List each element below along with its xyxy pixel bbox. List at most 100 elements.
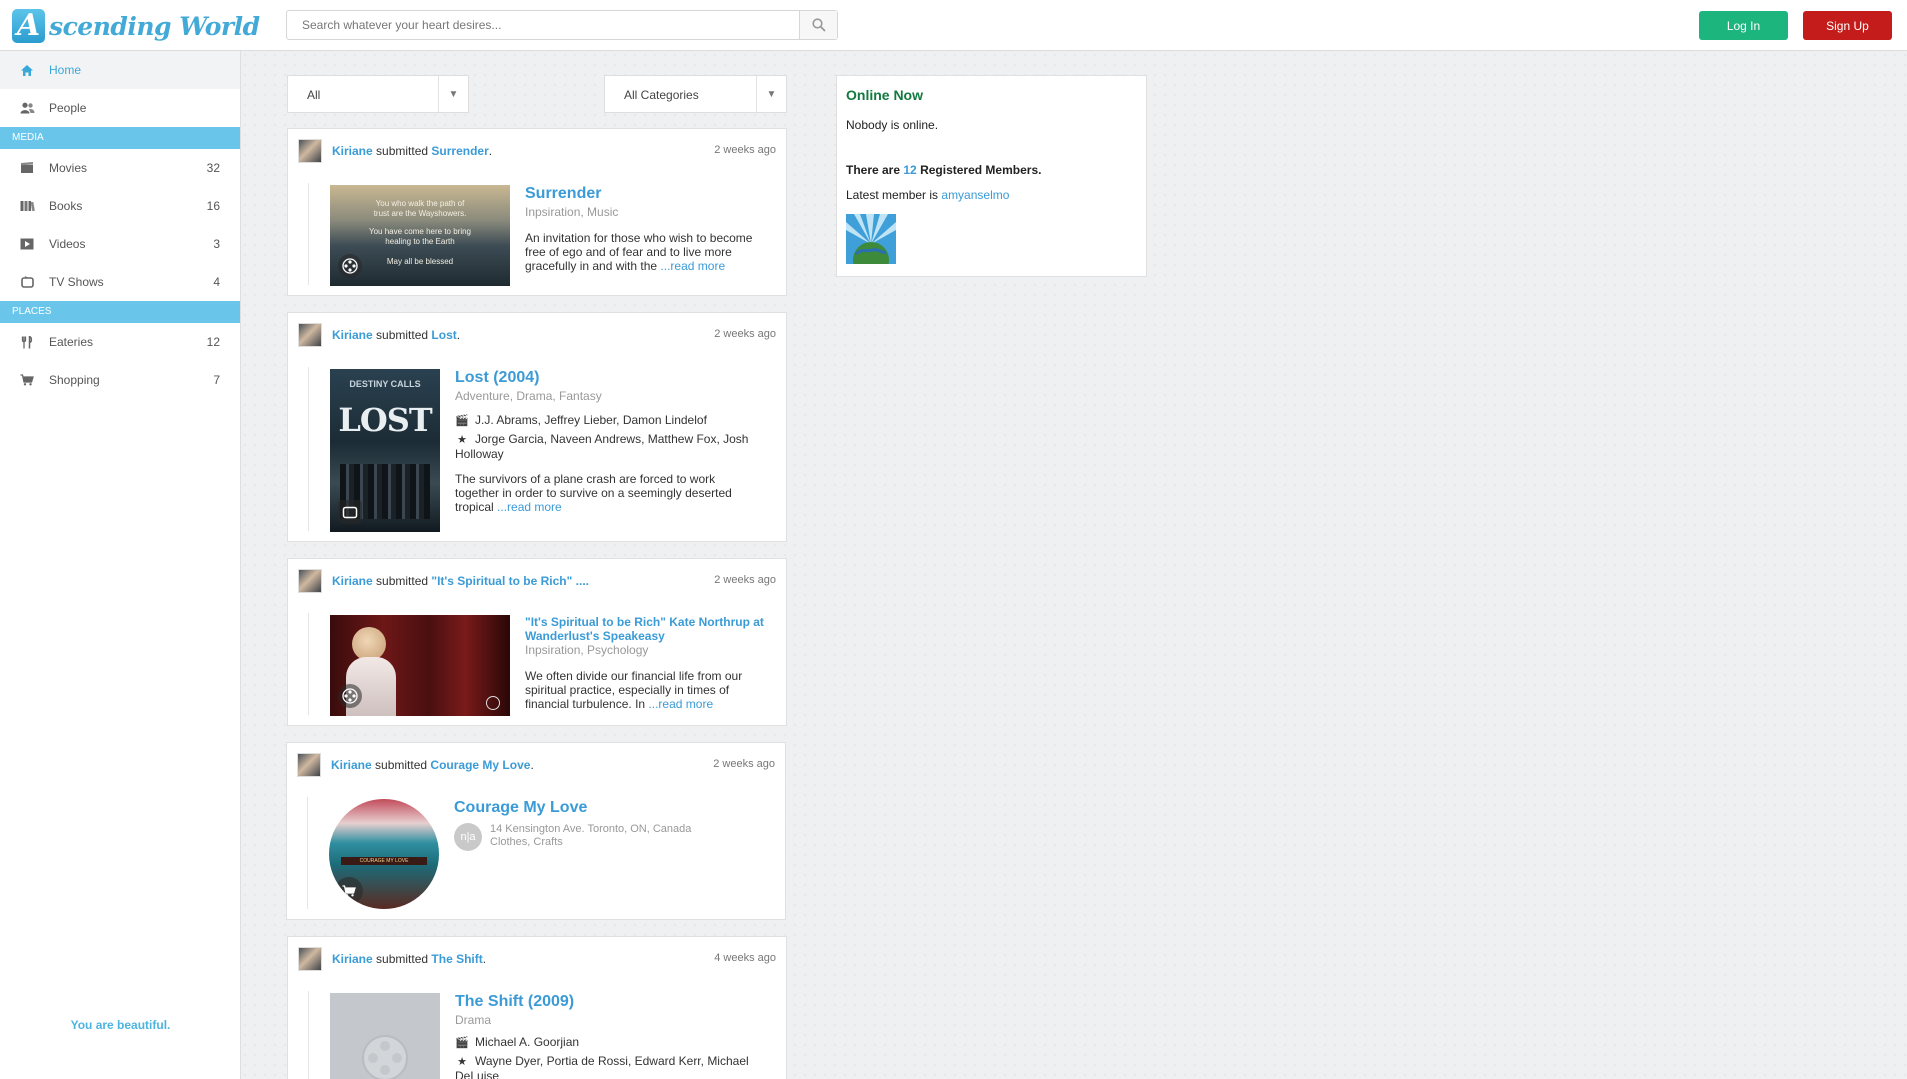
divider [308,367,309,531]
item-title[interactable]: "It's Spiritual to be Rich" Kate Northru… [525,615,775,643]
item-title[interactable]: The Shift (2009) [455,993,574,1011]
sidebar-item-home[interactable]: Home [0,51,240,89]
sidebar-item-videos[interactable]: Videos 3 [0,225,240,263]
sidebar-item-books[interactable]: Books 16 [0,187,240,225]
star-icon: ★ [457,434,467,446]
item-genres: Inpsiration, Psychology [525,643,649,657]
latest-prefix: Latest member is [846,188,939,202]
avatar[interactable] [297,753,321,777]
home-icon [19,63,35,77]
item-title[interactable]: Lost (2004) [455,369,539,387]
item-tags: Clothes, Crafts [490,836,563,848]
section-header-media: MEDIA [0,127,240,149]
user-link[interactable]: Kiriane [332,574,373,588]
item-link[interactable]: "It's Spiritual to be Rich" .... [431,574,589,588]
activity-text: Kiriane submitted Courage My Love. [331,758,534,772]
item-link[interactable]: Surrender [431,144,488,158]
item-address: 14 Kensington Ave. Toronto, ON, Canada [490,823,692,835]
registered-count: 12 [903,163,917,177]
item-directors: 🎬 J.J. Abrams, Jeffrey Lieber, Damon Lind… [455,413,765,428]
people-icon [19,101,35,115]
item-title[interactable]: Courage My Love [454,799,587,817]
star-icon: ★ [457,1056,467,1068]
read-more-link[interactable]: ...read more [648,697,713,711]
item-count: 4 [213,275,220,289]
signup-button[interactable]: Sign Up [1803,11,1892,40]
speaker-head [352,627,386,661]
search-input[interactable] [287,11,799,39]
item-link[interactable]: The Shift [431,952,482,966]
logo-mark: A [12,9,45,43]
avatar[interactable] [298,323,322,347]
registered-prefix: There are [846,163,901,177]
user-link[interactable]: Kiriane [332,952,373,966]
item-thumbnail[interactable]: DESTINY CALLS LOST [330,369,440,532]
read-more-link[interactable]: ...read more [660,259,725,273]
type-filter-select[interactable]: All ▼ [287,75,469,113]
login-button[interactable]: Log In [1699,11,1788,40]
sidebar-item-eateries[interactable]: Eateries 12 [0,323,240,361]
tv-icon [19,275,35,289]
sidebar-item-label: Eateries [49,335,94,349]
avatar[interactable] [298,139,322,163]
item-description: We often divide our financial life from … [525,669,770,711]
item-thumbnail[interactable] [330,615,510,716]
clapperboard-icon: 🎬 [455,1037,469,1049]
activity-text: Kiriane submitted The Shift. [332,952,487,966]
sidebar-item-shopping[interactable]: Shopping 7 [0,361,240,399]
cast-text: Wayne Dyer, Portia de Rossi, Edward Kerr… [455,1054,749,1079]
user-link[interactable]: Kiriane [332,144,373,158]
read-more-link[interactable]: ...read more [497,500,562,514]
feed-card: Kiriane submitted Lost. 2 weeks ago DEST… [287,312,787,542]
card-header: Kiriane submitted Surrender. 2 weeks ago [298,139,776,163]
user-link[interactable]: Kiriane [332,328,373,342]
item-count: 16 [206,199,220,213]
search-button[interactable] [799,11,837,39]
sidebar-item-label: Books [49,199,83,213]
divider [308,183,309,285]
rating-badge: n|a [454,823,482,851]
storefront-sign: COURAGE MY LOVE [341,857,427,865]
registered-suffix: Registered Members. [920,163,1042,177]
activity-text: Kiriane submitted Surrender. [332,144,493,158]
site-logo[interactable]: A scending World [12,8,260,44]
avatar[interactable] [298,947,322,971]
chevron-down-icon: ▼ [756,76,786,112]
registered-members: There are 12 Registered Members. [846,163,1041,177]
panel-title: Online Now [846,87,923,103]
item-thumbnail[interactable]: You who walk the path of trust are the W… [330,185,510,286]
timestamp: 2 weeks ago [714,144,776,156]
sidebar-item-label: Movies [49,161,88,175]
user-link[interactable]: Kiriane [331,758,372,772]
cart-icon [335,877,363,905]
top-header: A scending World Log In Sign Up [0,0,1907,51]
activity-verb: submitted [376,144,429,158]
member-avatar[interactable] [846,214,896,264]
search-box [286,10,838,40]
card-header: Kiriane submitted Courage My Love. 2 wee… [297,753,775,777]
online-status: Nobody is online. [846,118,939,132]
sidebar-item-people[interactable]: People [0,89,240,127]
activity-text: Kiriane submitted Lost. [332,328,461,342]
film-reel-icon [338,684,362,708]
avatar[interactable] [298,569,322,593]
tv-icon [338,500,362,524]
sidebar-item-label: Shopping [49,373,100,387]
feed-card: Kiriane submitted The Shift. 4 weeks ago… [287,936,787,1079]
item-title[interactable]: Surrender [525,185,601,203]
item-link[interactable]: Lost [431,328,456,342]
item-thumbnail[interactable]: COURAGE MY LOVE [329,799,439,909]
logo-text: scending World [49,11,260,41]
sidebar-item-movies[interactable]: Movies 32 [0,149,240,187]
item-cast: ★ Jorge Garcia, Naveen Andrews, Matthew F… [455,432,765,461]
section-header-places: PLACES [0,301,240,323]
thumbnail-line: You have come here to bring [369,227,471,236]
sidebar-item-tv-shows[interactable]: TV Shows 4 [0,263,240,301]
item-link[interactable]: Courage My Love [430,758,530,772]
item-description: An invitation for those who wish to beco… [525,231,770,273]
sidebar-item-label: People [49,101,87,115]
latest-member-link[interactable]: amyanselmo [941,188,1009,202]
category-filter-select[interactable]: All Categories ▼ [604,75,787,113]
item-thumbnail[interactable] [330,993,440,1079]
sidebar-item-label: Videos [49,237,86,251]
